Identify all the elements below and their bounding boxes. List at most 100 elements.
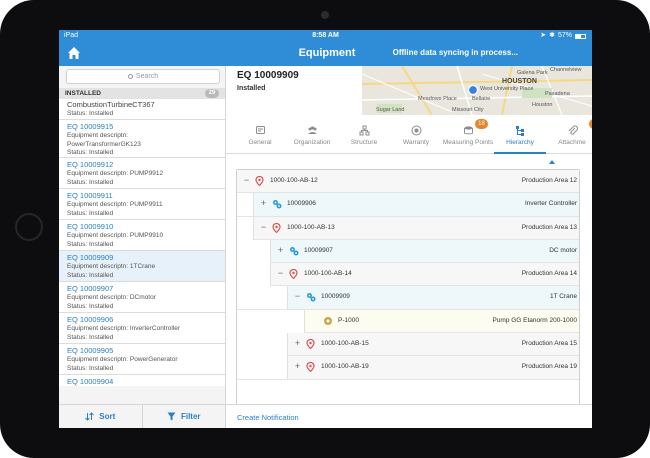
tree-row[interactable]: +1000-100-AB-15 Production Area 15 [237,333,579,357]
expand-icon[interactable]: + [294,339,301,348]
tab-label: Hierarchy [506,139,534,146]
section-label: INSTALLED [65,90,101,97]
tab-label: Measuring Points [442,139,494,146]
collapse-icon[interactable]: − [260,222,267,231]
tab-label: Organization [293,139,331,146]
expand-icon[interactable]: + [294,362,301,371]
list-section-header: INSTALLED 29 [59,88,225,99]
tree-row[interactable]: +1000-100-AB-19 Production Area 19 [237,356,579,380]
status-right: ➤ ✱ 57% [540,30,586,42]
tree-node-name: 1000-100-AB-19 [321,363,369,371]
tree-node-name: 10009909 [321,293,350,301]
location-icon [255,175,264,187]
location-icon [306,362,315,373]
list-item[interactable]: EQ 10009907 Equipment descriptn: DCmotor S… [59,282,225,313]
sync-status: Offline data syncing in process... [392,48,518,57]
create-notification-button[interactable]: Create Notification [237,413,299,422]
tree-indent [237,239,271,263]
tab-label: Attachme [558,139,586,146]
tree-row[interactable]: P-1000 Pump GG Etanorm 200-1000 [237,309,579,334]
tab-organization[interactable]: Organization [286,117,338,154]
collapse-icon[interactable]: − [277,269,284,278]
list-item-detail: PowerTransformerGK123 [67,140,141,148]
warranty-icon [411,125,422,136]
tree-row[interactable]: +10009906 Inverter Controller [237,193,579,217]
tree-node-description: Inverter Controller [524,200,577,208]
app-screen: iPad 8:58 AM ➤ ✱ 57% Equipment Offline d… [59,30,592,428]
hierarchy-tree: − 1000-100-AB-12 Production Area 12 +100099… [236,169,580,410]
tab-attachme[interactable]: Attachme 1 [546,117,592,154]
collapse-icon[interactable]: − [294,292,301,301]
filter-icon [167,412,176,421]
list-item[interactable]: EQ 10009906 Equipment descriptn: Inverter… [59,313,225,344]
home-hardware-button[interactable] [15,213,43,241]
tab-general[interactable]: General [234,117,286,154]
tab-label: Structure [350,139,378,146]
tab-structure[interactable]: Structure [338,117,390,154]
tree-node-description: Production Area 14 [521,270,577,278]
tree-node-description: Production Area 19 [521,363,577,371]
tree-indent [237,309,305,333]
list-item-title: EQ 10009912 [67,160,114,169]
ipad-device-frame: iPad 8:58 AM ➤ ✱ 57% Equipment Offline d… [0,0,650,458]
collapse-arrow-icon[interactable] [549,160,555,164]
tree-node-description: DC motor [549,246,577,254]
map-label: Channelview [550,67,582,73]
location-icon [306,338,315,350]
list-item-title: EQ 10009905 [67,346,114,355]
tree-row[interactable]: − 1000-100-AB-14 Production Area 14 [237,263,579,287]
sort-label: Sort [99,412,116,421]
equipment-list[interactable]: CombustionTurbineCT367 Status: Installed E… [59,99,225,386]
tab-measuring-points[interactable]: Measuring Points 18 [442,117,494,154]
equipment-status: Installed [237,85,266,92]
equipment-icon [272,199,282,209]
general-icon [255,125,266,136]
list-item-title: EQ 10009909 [67,253,114,262]
map-label: Missouri City [452,107,484,113]
filter-label: Filter [180,412,201,421]
list-item[interactable]: EQ 10009912 Equipment descriptn: PUMP9912… [59,158,225,189]
map-label: West University Place [480,86,534,92]
list-item-title: EQ 10009906 [67,315,114,324]
list-item[interactable]: EQ 10009904Equipment descriptn: AHUCompr… [59,375,225,386]
attachment-icon [567,125,578,136]
list-item-detail: Status: Installed [67,302,114,310]
list-item-detail: Status: Installed [67,271,114,279]
list-item-detail: Equipment descriptn: InverterController [67,325,181,332]
tree-node-name: 10009907 [304,246,333,254]
list-item[interactable]: EQ 10009911 Equipment descriptn: PUMP9911… [59,189,225,220]
list-item[interactable]: EQ 10009910 Equipment descriptn: PUMP9910… [59,220,225,251]
section-count-badge: 29 [205,89,219,98]
list-item[interactable]: EQ 10009905 Equipment descriptn: PowerGen… [59,344,225,375]
list-item-detail: Equipment descriptn: [67,132,129,139]
list-item[interactable]: EQ 10009909 Equipment descriptn: 1TCrane S… [59,251,225,282]
list-item-title: EQ 10009915 [67,122,114,131]
search-input[interactable]: Search [66,69,220,84]
tree-indent [237,263,271,287]
tree-row[interactable]: − 1000-100-AB-13 Production Area 13 [237,216,579,240]
list-item-title: EQ 10009911 [67,191,113,200]
tree-node-name: 1000-100-AB-13 [287,223,335,231]
status-bar: iPad 8:58 AM ➤ ✱ 57% [59,30,592,42]
camera [321,11,329,19]
map-label: HOUSTON [502,78,537,85]
location-map[interactable]: HOUSTON Pasadena Houston Meadows Place S… [362,66,592,115]
tree-row[interactable]: +10009907 DC motor [237,239,579,264]
tree-indent [237,286,288,310]
tree-row[interactable]: − 10009909 1T Crane [237,286,579,310]
tab-hierarchy[interactable]: Hierarchy [494,117,546,154]
home-icon[interactable] [67,46,81,60]
expand-icon[interactable]: + [277,245,284,254]
list-item[interactable]: EQ 10009915 Equipment descriptn: PowerTran… [59,120,225,158]
tab-warranty[interactable]: Warranty [390,117,442,154]
equipment-icon [306,292,316,302]
list-item-detail: Status: Installed [67,364,114,372]
filter-button[interactable]: Filter [141,405,226,428]
expand-icon[interactable]: + [260,199,267,208]
sort-button[interactable]: Sort [59,405,142,428]
collapse-icon[interactable]: − [243,176,250,185]
tree-indent [237,333,288,357]
bluetooth-icon: ✱ [549,32,555,39]
tree-row[interactable]: − 1000-100-AB-12 Production Area 12 [237,170,579,194]
list-item[interactable]: CombustionTurbineCT367 Status: Installed [59,99,225,120]
